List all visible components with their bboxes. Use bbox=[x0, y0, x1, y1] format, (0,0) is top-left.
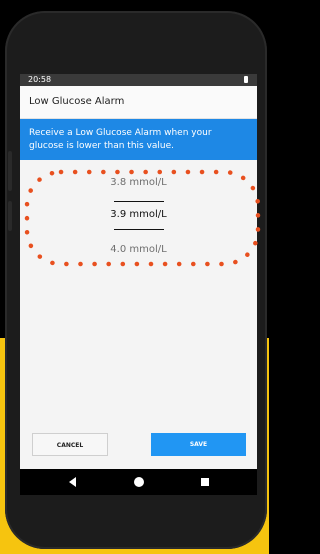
status-time: 20:58 bbox=[28, 75, 52, 84]
side-button bbox=[8, 201, 12, 231]
phone-screen: 20:58 Low Glucose Alarm Receive a Low Gl… bbox=[20, 74, 257, 495]
picker-previous-value[interactable]: 3.8 mmol/L bbox=[20, 177, 257, 188]
recents-icon[interactable] bbox=[201, 478, 209, 486]
save-button[interactable]: SAVE bbox=[151, 433, 246, 456]
picker-selection-line-bottom bbox=[114, 229, 164, 230]
app-bar: Low Glucose Alarm bbox=[20, 86, 257, 119]
status-bar: 20:58 bbox=[20, 74, 257, 86]
picker-next-value[interactable]: 4.0 mmol/L bbox=[20, 244, 257, 255]
home-icon[interactable] bbox=[134, 477, 144, 487]
picker-selected-value[interactable]: 3.9 mmol/L bbox=[20, 209, 257, 220]
navigation-bar bbox=[20, 469, 257, 495]
stage: 20:58 Low Glucose Alarm Receive a Low Gl… bbox=[0, 0, 269, 554]
battery-icon bbox=[244, 76, 248, 83]
glucose-value-picker[interactable]: 3.8 mmol/L 3.9 mmol/L 4.0 mmol/L bbox=[20, 160, 257, 260]
back-icon[interactable] bbox=[69, 477, 76, 487]
picker-selection-line-top bbox=[114, 201, 164, 202]
info-banner: Receive a Low Glucose Alarm when your gl… bbox=[20, 119, 257, 160]
page-title: Low Glucose Alarm bbox=[29, 96, 125, 107]
side-button bbox=[8, 151, 12, 191]
cancel-button[interactable]: CANCEL bbox=[32, 433, 108, 456]
